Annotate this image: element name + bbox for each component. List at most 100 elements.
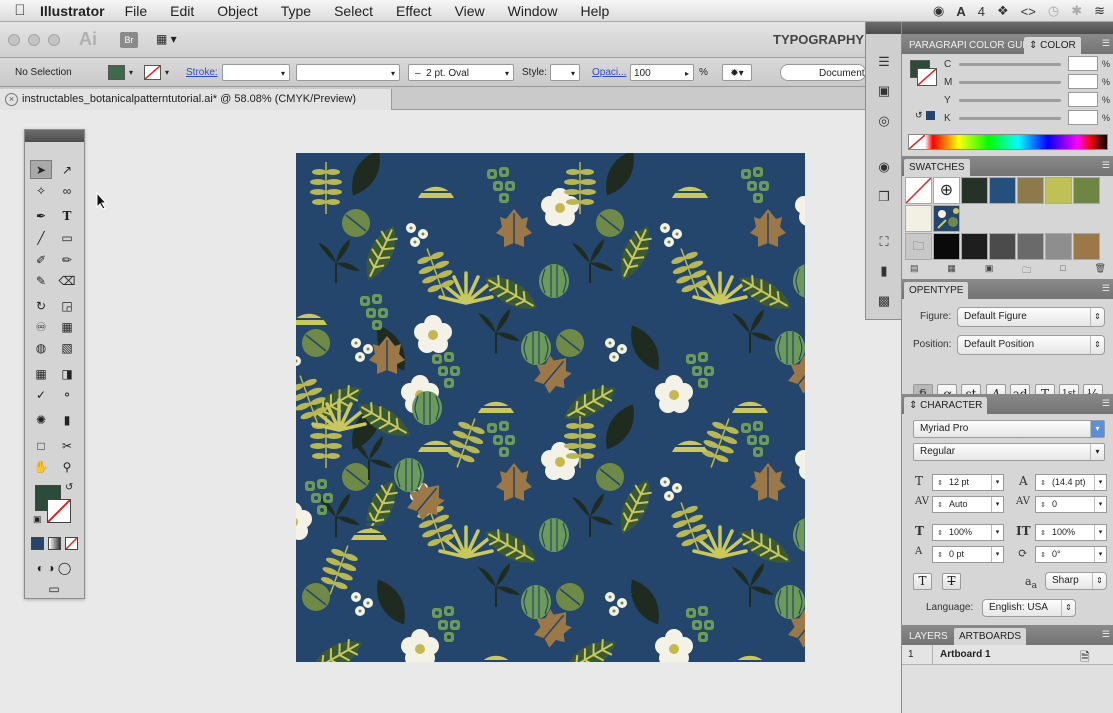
font-family-field[interactable]: Myriad Pro ▾: [913, 420, 1105, 438]
artboard-name[interactable]: Artboard 1: [940, 649, 991, 660]
close-window-button[interactable]: [8, 34, 20, 46]
swatch-botanical-pattern[interactable]: [933, 205, 960, 232]
color-mode-button[interactable]: [31, 537, 44, 550]
anti-aliasing-select[interactable]: Sharp ⇕: [1045, 572, 1107, 590]
kerning-field[interactable]: ⇕ Auto ▾: [932, 496, 1004, 513]
tab-color-guide[interactable]: COLOR GUI: [964, 37, 1030, 54]
menu-window[interactable]: Window: [508, 3, 558, 19]
position-select[interactable]: Default Position ⇕: [957, 335, 1105, 355]
swatch-olive[interactable]: [1017, 177, 1044, 204]
app-menu[interactable]: Illustrator: [40, 3, 105, 19]
channel-c-slider[interactable]: [959, 63, 1061, 66]
tracking-field[interactable]: ⇕ 0 ▾: [1035, 496, 1107, 513]
warp-tool-icon[interactable]: ♾: [30, 317, 52, 336]
swatch-green[interactable]: [1073, 177, 1100, 204]
stroke-color-box[interactable]: [47, 499, 71, 523]
panel-menu-icon[interactable]: ☰: [1102, 38, 1110, 49]
none-color-icon[interactable]: [909, 135, 925, 149]
swatch-gray-2[interactable]: [989, 233, 1016, 260]
baseline-shift-field[interactable]: ⇕ 0 pt ▾: [932, 546, 1004, 563]
swatch-yellow-green[interactable]: [1045, 177, 1072, 204]
swatch-libraries-icon[interactable]: ▤: [910, 263, 919, 275]
swatch-none[interactable]: [905, 177, 932, 204]
recolor-artwork-button[interactable]: ✹▾: [722, 64, 752, 81]
hand-tool-icon[interactable]: ✋: [30, 457, 52, 476]
eraser-tool-icon[interactable]: ⌫: [56, 271, 78, 290]
channel-m-slider[interactable]: [959, 81, 1061, 84]
pencil-tool-icon[interactable]: ✏: [56, 250, 78, 269]
none-mode-button[interactable]: [65, 537, 78, 550]
tab-character[interactable]: ⇕ CHARACTER: [904, 397, 988, 414]
menu-help[interactable]: Help: [580, 3, 609, 19]
color-spectrum-bar[interactable]: [908, 134, 1108, 150]
stroke-color-dropdown[interactable]: ▾: [144, 64, 176, 81]
delete-swatch-icon[interactable]: 🗑: [1095, 263, 1106, 275]
transform-panel-icon[interactable]: ⛶: [875, 234, 893, 250]
transparency-panel-icon[interactable]: ▣: [875, 83, 893, 99]
swatch-brown[interactable]: [1073, 233, 1100, 260]
vertical-scale-field[interactable]: ⇕ 100% ▾: [932, 524, 1004, 541]
blend-tool-icon[interactable]: ⚬: [56, 385, 78, 404]
scale-tool-icon[interactable]: ◲: [56, 296, 78, 315]
gradient-mode-button[interactable]: [48, 537, 61, 550]
pathfinder-panel-icon[interactable]: ▩: [875, 293, 893, 309]
type-tool-icon[interactable]: T: [56, 206, 78, 225]
character-rotation-field[interactable]: ⇕ 0° ▾: [1035, 546, 1107, 563]
selection-tool-icon[interactable]: ➤: [30, 160, 52, 179]
new-color-group-icon[interactable]: 🗀: [1022, 263, 1031, 275]
tools-panel-header[interactable]: [25, 130, 84, 142]
brush-definition-dropdown[interactable]: – 2 pt. Oval ▾: [408, 64, 514, 81]
gradient-tool-icon[interactable]: ◨: [56, 364, 78, 383]
document-tab[interactable]: × instructables_botanicalpatterntutorial…: [0, 89, 392, 110]
drawing-modes-icon[interactable]: ◐ ◑ ◯: [29, 558, 79, 577]
swatch-gray-4[interactable]: [1045, 233, 1072, 260]
close-tab-icon[interactable]: ×: [5, 93, 18, 106]
artboard[interactable]: [296, 153, 805, 662]
minimize-window-button[interactable]: [28, 34, 40, 46]
menu-type[interactable]: Type: [281, 3, 311, 19]
tab-swatches[interactable]: SWATCHES: [904, 159, 970, 176]
symbols-panel-icon[interactable]: ❐: [875, 189, 893, 205]
channel-k-slider[interactable]: [959, 117, 1061, 120]
rotate-tool-icon[interactable]: ↻: [30, 296, 52, 315]
tab-color[interactable]: ⇕ COLOR: [1024, 37, 1081, 54]
channel-y-slider[interactable]: [959, 99, 1061, 102]
font-style-field[interactable]: Regular ▾: [913, 443, 1105, 461]
shape-builder-tool-icon[interactable]: ◍: [30, 338, 52, 357]
tab-paragraph[interactable]: PARAGRAPI: [904, 37, 972, 54]
figure-select[interactable]: Default Figure ⇕: [957, 307, 1105, 327]
zoom-tool-icon[interactable]: ⚲: [56, 457, 78, 476]
swatch-gray-1[interactable]: [961, 233, 988, 260]
character-menu-icon[interactable]: ☰: [1102, 398, 1110, 409]
lasso-tool-icon[interactable]: ∞: [56, 181, 78, 200]
perspective-grid-tool-icon[interactable]: ▧: [56, 338, 78, 357]
workspace-switcher[interactable]: TYPOGRAPHY: [773, 32, 864, 47]
apple-icon[interactable]: : [0, 2, 40, 19]
stroke-label[interactable]: Stroke:: [186, 64, 218, 81]
channel-y-field[interactable]: [1068, 92, 1098, 107]
bridge-button[interactable]: Br: [120, 32, 138, 48]
swatch-blue[interactable]: [989, 177, 1016, 204]
paintbrush-tool-icon[interactable]: ✐: [30, 250, 52, 269]
layers-menu-icon[interactable]: ☰: [1102, 629, 1110, 640]
column-graph-tool-icon[interactable]: ▮: [56, 410, 78, 429]
fill-color-dropdown[interactable]: ▾: [108, 64, 138, 81]
rectangle-tool-icon[interactable]: ▭: [56, 228, 78, 247]
out-of-gamut-swatch[interactable]: [926, 111, 935, 120]
wifi-icon[interactable]: ≋: [1094, 3, 1105, 19]
align-objects-panel-icon[interactable]: ▮: [875, 263, 893, 279]
panel-column-header[interactable]: [902, 22, 1113, 34]
arrange-documents-button[interactable]: ▦ ▾: [156, 32, 186, 48]
opacity-field[interactable]: 100 ▸: [630, 64, 694, 81]
direct-selection-tool-icon[interactable]: ↗: [56, 160, 78, 179]
swatches-menu-icon[interactable]: ☰: [1102, 160, 1110, 171]
artboard-row[interactable]: 1 Artboard 1 🗎: [902, 645, 1113, 665]
record-icon[interactable]: ◉: [933, 3, 944, 19]
stroke-weight-field[interactable]: ▾: [222, 64, 290, 81]
menu-view[interactable]: View: [455, 3, 485, 19]
mesh-tool-icon[interactable]: ▦: [30, 364, 52, 383]
screen-mode-icon[interactable]: ▭: [35, 579, 73, 598]
free-transform-tool-icon[interactable]: ▦: [56, 317, 78, 336]
blob-brush-tool-icon[interactable]: ✎: [30, 271, 52, 290]
dropbox-icon[interactable]: ❖: [997, 3, 1009, 19]
